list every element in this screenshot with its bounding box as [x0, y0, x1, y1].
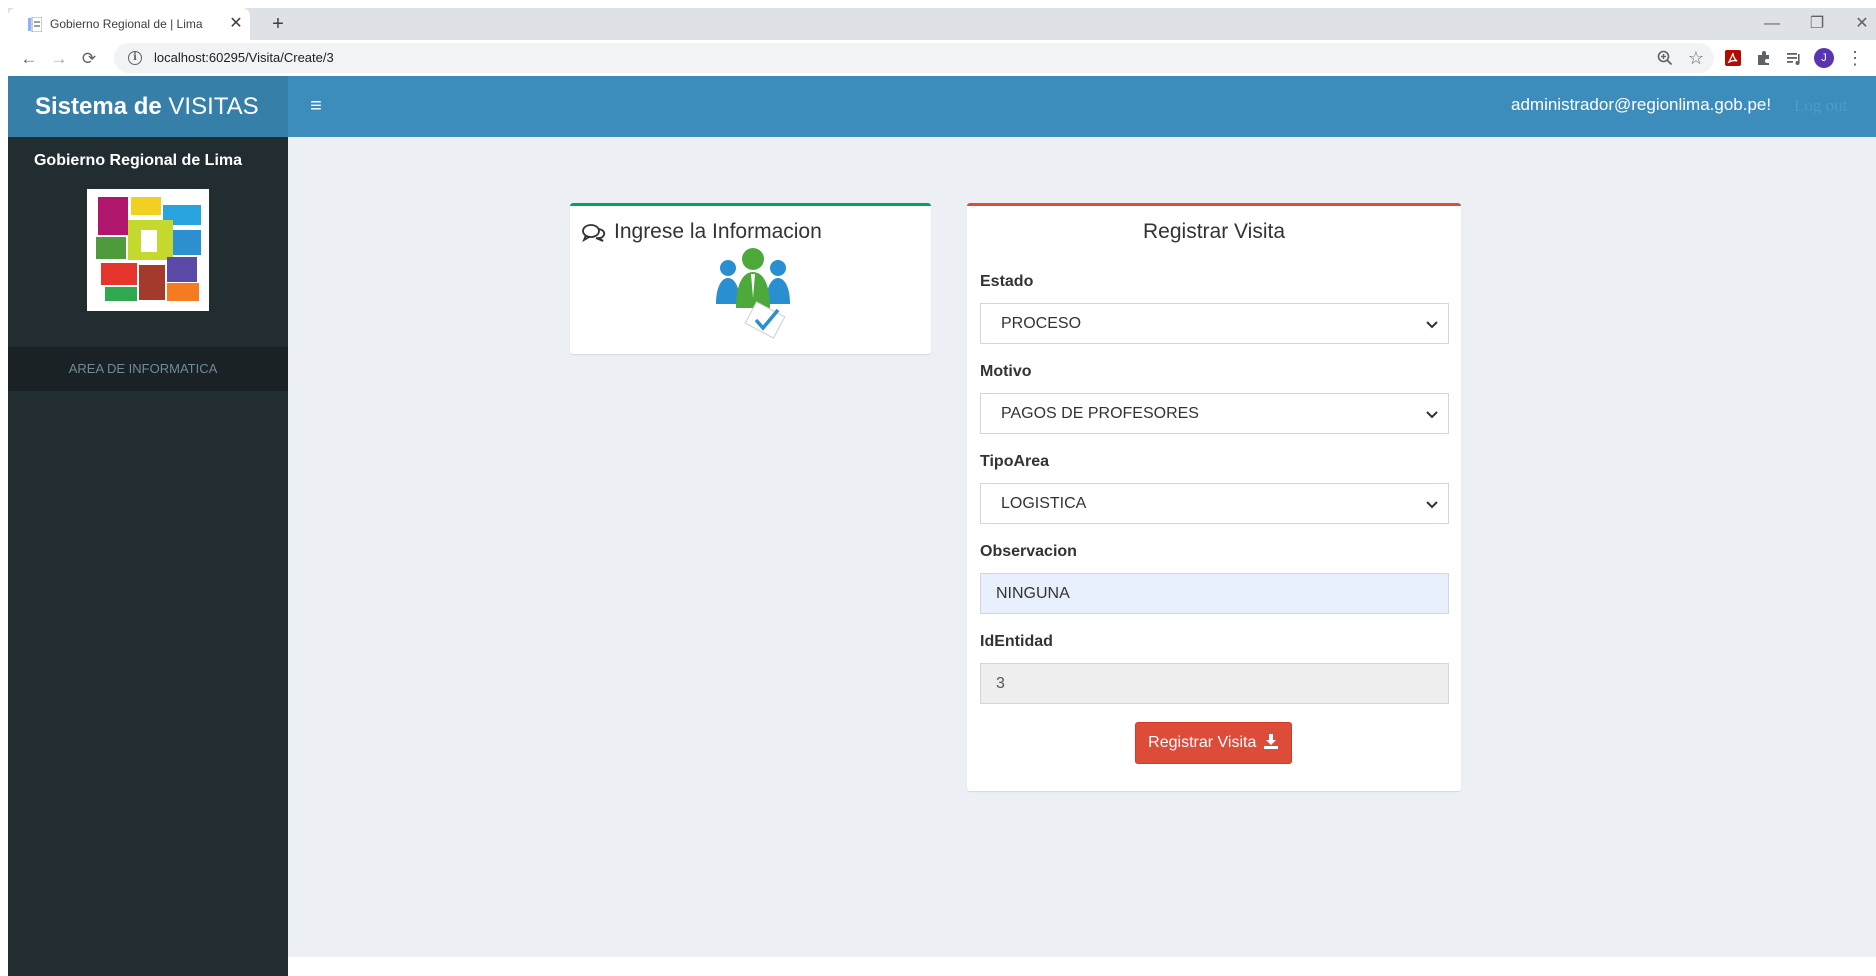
address-bar[interactable]: i localhost:60295/Visita/Create/3 ☆ — [114, 43, 1714, 73]
forward-icon[interactable]: → — [48, 48, 70, 70]
profile-avatar[interactable]: J — [1814, 48, 1834, 68]
pdf-icon[interactable] — [1724, 49, 1742, 67]
restore-icon[interactable]: ❐ — [1797, 12, 1837, 36]
form-title: Registrar Visita — [1143, 220, 1285, 243]
star-icon[interactable]: ☆ — [1687, 49, 1705, 67]
brand-bold: Sistema de — [35, 93, 162, 120]
motivo-label: Motivo — [980, 363, 1032, 380]
info-box-title: Ingrese la Informacion — [614, 220, 822, 243]
register-visit-label: Registrar Visita — [1148, 734, 1257, 751]
close-tab-icon[interactable]: ✕ — [226, 14, 246, 34]
people-check-icon — [716, 248, 790, 339]
motivo-select[interactable]: PAGOS DE PROFESORES — [980, 393, 1449, 434]
url-text[interactable]: localhost:60295/Visita/Create/3 — [154, 50, 334, 65]
window-close-icon[interactable]: ✕ — [1842, 12, 1876, 36]
observacion-input[interactable]: NINGUNA — [980, 573, 1449, 614]
download-icon — [1263, 734, 1278, 749]
identidad-input[interactable]: 3 — [980, 663, 1449, 704]
puzzle-icon[interactable] — [1755, 49, 1773, 67]
document-icon — [28, 17, 42, 32]
user-email: administrador@regionlima.gob.pe! — [1511, 95, 1772, 114]
tipoarea-value: LOGISTICA — [1001, 495, 1087, 512]
browser-tab[interactable]: Gobierno Regional de | Lima ✕ — [8, 8, 250, 40]
menu-toggle-icon[interactable]: ≡ — [304, 94, 328, 118]
chevron-down-icon — [1426, 411, 1438, 419]
new-tab-button[interactable]: + — [266, 12, 290, 36]
brand-rest: VISITAS — [161, 93, 259, 120]
logout-link[interactable]: Log out — [1794, 96, 1847, 116]
info-box: Ingrese la Informacion — [570, 203, 931, 354]
tab-title: Gobierno Regional de | Lima — [50, 17, 203, 31]
identidad-label: IdEntidad — [980, 633, 1053, 650]
chevron-down-icon — [1426, 321, 1438, 329]
reload-icon[interactable]: ⟳ — [78, 48, 100, 70]
browser-window: Gobierno Regional de | Lima ✕ + — ❐ ✕ ← … — [0, 0, 1876, 976]
back-icon[interactable]: ← — [18, 48, 40, 70]
register-form: Registrar Visita Estado PROCESO Motivo P… — [967, 203, 1461, 791]
estado-value: PROCESO — [1001, 315, 1082, 332]
tipoarea-label: TipoArea — [980, 453, 1050, 470]
app-header: Sistema de VISITAS ≡ administrador@regio… — [8, 76, 1876, 137]
minimize-icon[interactable]: — — [1752, 12, 1792, 36]
motivo-value: PAGOS DE PROFESORES — [1001, 405, 1199, 422]
register-visit-button[interactable]: Registrar Visita — [1135, 722, 1292, 764]
more-icon[interactable]: ⋮ — [1846, 49, 1864, 67]
info-icon[interactable]: i — [128, 51, 142, 65]
tab-strip: Gobierno Regional de | Lima ✕ + — ❐ ✕ — [8, 8, 1876, 40]
tipoarea-select[interactable]: LOGISTICA — [980, 483, 1449, 524]
sidebar-item-area-informatica[interactable]: AREA DE INFORMATICA — [8, 347, 288, 391]
org-name: Gobierno Regional de Lima — [33, 152, 243, 169]
estado-label: Estado — [980, 273, 1034, 290]
brand-logo[interactable]: Sistema de VISITAS — [8, 76, 288, 137]
chevron-down-icon — [1426, 501, 1438, 509]
comments-icon — [582, 224, 606, 243]
zoom-icon[interactable] — [1656, 49, 1674, 67]
estado-select[interactable]: PROCESO — [980, 303, 1449, 344]
browser-toolbar: ← → ⟳ i localhost:60295/Visita/Create/3 … — [8, 40, 1876, 76]
logo-image — [96, 197, 201, 301]
org-logo — [87, 189, 209, 311]
observacion-label: Observacion — [980, 543, 1077, 560]
queue-icon[interactable] — [1785, 49, 1803, 67]
sidebar: Gobierno Regional de Lima AREA DE INFORM… — [8, 137, 288, 976]
